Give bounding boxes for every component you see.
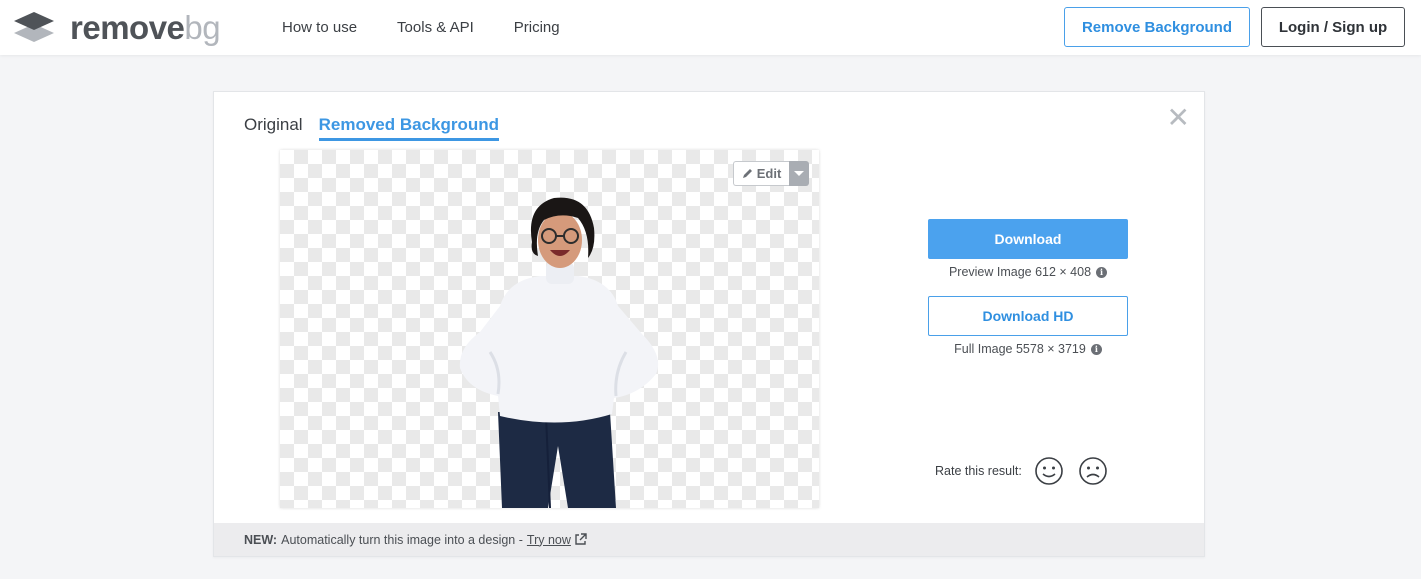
download-button[interactable]: Download (928, 219, 1128, 259)
rating-section: Rate this result: (935, 456, 1122, 486)
info-icon[interactable]: i (1096, 266, 1108, 278)
new-label: NEW: (244, 532, 278, 547)
download-actions: Download Preview Image 612 × 408 i Downl… (928, 219, 1128, 356)
main-nav: How to use Tools & API Pricing (282, 19, 600, 36)
logo-word-remove: remove (70, 8, 185, 46)
close-icon[interactable]: ✕ (1167, 104, 1190, 132)
happy-face-icon[interactable] (1034, 456, 1064, 486)
download-hd-button[interactable]: Download HD (928, 296, 1128, 336)
person-cutout-image (459, 197, 659, 508)
pencil-icon (742, 169, 752, 178)
remove-background-button[interactable]: Remove Background (1064, 7, 1250, 47)
edit-button[interactable]: Edit (733, 161, 789, 186)
nav-tools-api[interactable]: Tools & API (397, 19, 474, 36)
external-link-icon[interactable] (574, 533, 587, 546)
banner-text: Automatically turn this image into a des… (281, 532, 523, 547)
logo-text: removebg (70, 8, 221, 46)
rate-label: Rate this result: (935, 464, 1022, 478)
nav-how-to-use[interactable]: How to use (282, 19, 357, 36)
preview-image-info: Preview Image 612 × 408 i (928, 265, 1128, 279)
chevron-down-icon (794, 171, 804, 176)
preview-image-size: Preview Image 612 × 408 (948, 265, 1092, 279)
logo-word-bg: bg (184, 8, 221, 46)
result-image-preview: Edit (280, 150, 819, 508)
new-feature-banner: NEW: Automatically turn this image into … (214, 523, 1204, 556)
top-nav-bar: removebg How to use Tools & API Pricing … (0, 0, 1421, 55)
tab-removed-background[interactable]: Removed Background (318, 115, 500, 141)
edit-label: Edit (756, 166, 782, 181)
edit-button-group: Edit (733, 161, 809, 186)
login-signup-button[interactable]: Login / Sign up (1261, 7, 1405, 47)
try-now-link[interactable]: Try now (527, 533, 571, 547)
info-icon[interactable]: i (1090, 343, 1102, 355)
sad-face-icon[interactable] (1078, 456, 1108, 486)
full-image-size: Full Image 5578 × 3719 (954, 342, 1086, 356)
result-card: Original Removed Background ✕ Edit Downl… (213, 91, 1205, 557)
logo[interactable]: removebg (12, 8, 221, 46)
layers-icon (14, 12, 54, 42)
edit-dropdown-toggle[interactable] (789, 161, 809, 186)
nav-pricing[interactable]: Pricing (514, 19, 560, 36)
view-tabs: Original Removed Background (244, 115, 515, 141)
full-image-info: Full Image 5578 × 3719 i (928, 342, 1128, 356)
tab-original[interactable]: Original (244, 115, 303, 141)
